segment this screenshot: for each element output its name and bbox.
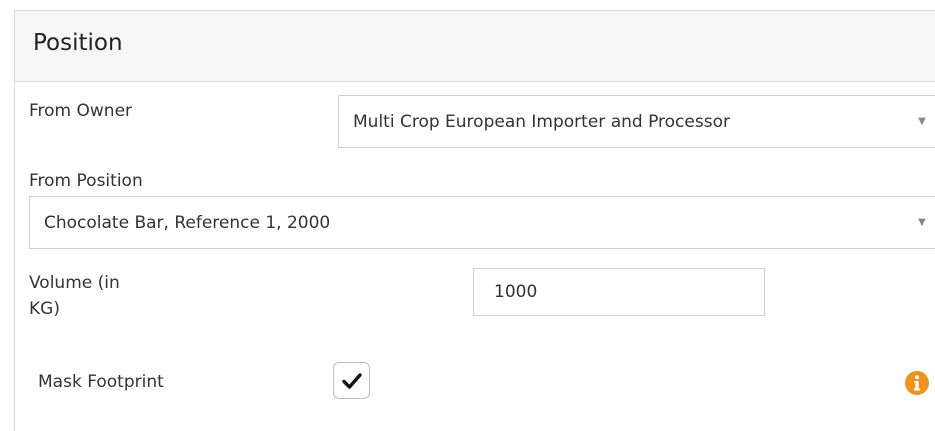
mask-footprint-label: Mask Footprint <box>38 372 164 392</box>
chevron-down-icon[interactable]: ▼ <box>907 197 935 248</box>
mask-footprint-checkbox[interactable] <box>333 362 370 399</box>
volume-label: Volume (in KG) <box>29 270 120 322</box>
from-position-selected-value: Chocolate Bar, Reference 1, 2000 <box>44 212 331 233</box>
info-icon[interactable] <box>904 370 930 396</box>
from-position-select[interactable]: Chocolate Bar, Reference 1, 2000 ▼ <box>29 196 935 249</box>
panel-title: Position <box>33 30 123 56</box>
from-owner-selected-value: Multi Crop European Importer and Process… <box>353 111 730 132</box>
from-owner-label: From Owner <box>29 101 133 121</box>
from-owner-select[interactable]: Multi Crop European Importer and Process… <box>338 95 935 148</box>
checkmark-icon <box>341 372 362 389</box>
volume-label-line2: KG) <box>29 299 60 319</box>
panel-header: Position <box>15 11 935 82</box>
volume-label-line1: Volume (in <box>29 273 120 293</box>
chevron-down-icon[interactable]: ▼ <box>907 96 935 147</box>
from-position-label: From Position <box>29 171 143 191</box>
volume-input[interactable] <box>473 268 765 316</box>
